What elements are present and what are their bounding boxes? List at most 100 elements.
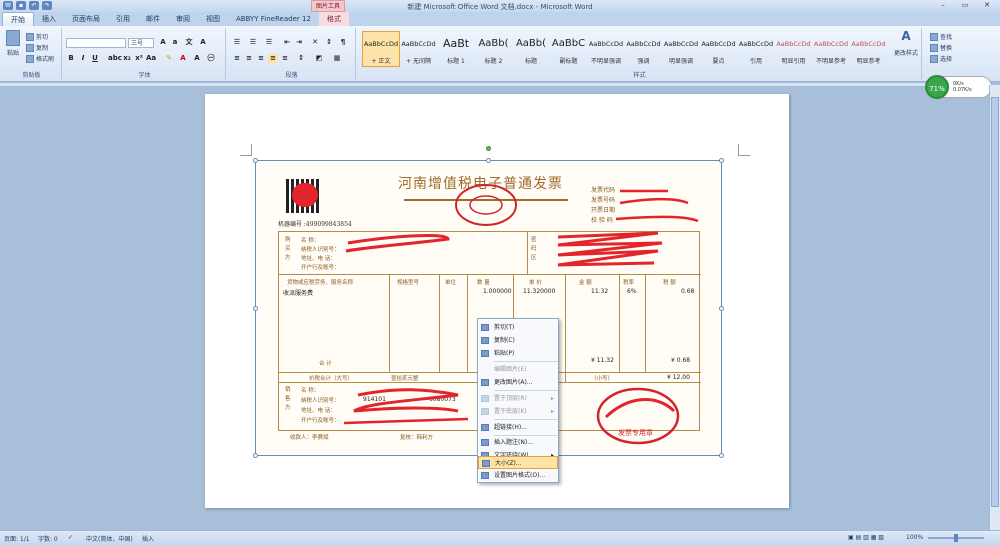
- page-indicator[interactable]: 页面: 1/1: [4, 534, 30, 543]
- zoom-level[interactable]: 100%: [906, 534, 923, 541]
- copy-button[interactable]: 复制: [26, 43, 48, 52]
- resize-handle[interactable]: [486, 158, 491, 163]
- menu-item-format-picture[interactable]: 设置图片格式(O)...: [478, 469, 558, 482]
- font-name-box[interactable]: [66, 38, 126, 48]
- style-item[interactable]: AaBbCcDd 不明显参考: [812, 31, 850, 67]
- style-item[interactable]: AaBbCcDd 引用: [737, 31, 775, 67]
- menu-item-size[interactable]: 大小(Z)...: [478, 456, 558, 469]
- style-item[interactable]: AaBb(标题 2: [475, 31, 513, 67]
- close-icon[interactable]: ✕: [976, 0, 998, 11]
- tab-insert[interactable]: 插入: [34, 12, 64, 26]
- style-item[interactable]: AaBbCcDd 要点: [700, 31, 738, 67]
- chinese-layout-icon[interactable]: ✕: [310, 38, 320, 47]
- style-item[interactable]: AaBb(标题: [512, 31, 550, 67]
- minimize-icon[interactable]: –: [932, 0, 954, 11]
- menu-item-bring-to-front[interactable]: 置于顶层(R) ▸: [478, 392, 558, 405]
- resize-handle[interactable]: [719, 453, 724, 458]
- network-speed-gadget[interactable]: 71% 0K/s 0.07K/s: [925, 75, 992, 99]
- resize-handle[interactable]: [253, 158, 258, 163]
- style-item[interactable]: AaBbCcDd + 无间隔: [400, 31, 438, 67]
- menu-item-send-to-back[interactable]: 置于底层(K) ▸: [478, 405, 558, 418]
- vertical-scrollbar[interactable]: [989, 85, 1000, 530]
- menu-item-cut[interactable]: 剪切(T): [478, 321, 558, 334]
- style-item[interactable]: AaBbCcDd 不明显强调: [587, 31, 625, 67]
- tab-format[interactable]: 格式: [318, 12, 349, 26]
- tab-review[interactable]: 审阅: [168, 12, 198, 26]
- proofing-icon[interactable]: ✓: [68, 534, 73, 541]
- view-buttons[interactable]: ▣ ▤ ▥ ▦ ▧: [848, 534, 884, 541]
- menu-label: 编辑图片(E): [494, 366, 527, 373]
- menu-item-change-picture[interactable]: 更改图片(A)...: [478, 376, 558, 389]
- sort-icon[interactable]: ↕: [324, 38, 334, 47]
- style-preview: AaBbCcDd: [663, 40, 699, 48]
- insert-mode[interactable]: 插入: [142, 534, 154, 543]
- tab-abbyy[interactable]: ABBYY FineReader 12: [228, 12, 319, 26]
- format-painter-button[interactable]: 格式刷: [26, 54, 54, 63]
- language-indicator[interactable]: 中文(简体，中国): [86, 534, 133, 543]
- line-spacing-icon[interactable]: ↕: [296, 54, 306, 63]
- scrollbar-thumb[interactable]: [991, 97, 999, 507]
- menu-item-hyperlink[interactable]: 超链接(H)...: [478, 421, 558, 434]
- char-border-icon[interactable]: A: [198, 38, 208, 47]
- bullets-icon[interactable]: ☰: [232, 38, 242, 47]
- tab-references[interactable]: 引用: [108, 12, 138, 26]
- highlight-icon[interactable]: ✎: [164, 54, 174, 63]
- align-right-icon[interactable]: ≡: [256, 54, 266, 63]
- style-item[interactable]: AaBbCcDd 明显引用: [775, 31, 813, 67]
- resize-handle[interactable]: [719, 306, 724, 311]
- show-marks-icon[interactable]: ¶: [338, 38, 348, 47]
- find-button[interactable]: 查找: [930, 32, 952, 41]
- change-case-icon[interactable]: Aa: [146, 54, 156, 63]
- align-left-icon[interactable]: ≡: [232, 54, 242, 63]
- rotate-handle[interactable]: [486, 146, 491, 151]
- distributed-icon[interactable]: ≡: [280, 54, 290, 63]
- align-center-icon[interactable]: ≡: [244, 54, 254, 63]
- decrease-indent-icon[interactable]: ⇤: [282, 38, 292, 47]
- tab-page-layout[interactable]: 页面布局: [64, 12, 108, 26]
- phonetic-icon[interactable]: 文: [184, 38, 194, 47]
- paste-button[interactable]: 粘贴: [6, 30, 20, 57]
- superscript-icon[interactable]: x²: [134, 54, 144, 63]
- menu-item-paste[interactable]: 粘贴(P): [478, 347, 558, 360]
- style-item[interactable]: AaBbC 副标题: [550, 31, 588, 67]
- underline-icon[interactable]: U: [90, 54, 100, 63]
- borders-icon[interactable]: ▦: [332, 54, 342, 63]
- shrink-font-icon[interactable]: a: [170, 38, 180, 47]
- resize-handle[interactable]: [253, 306, 258, 311]
- char-shading-icon[interactable]: A: [192, 54, 202, 63]
- bold-icon[interactable]: B: [66, 54, 76, 63]
- replace-button[interactable]: 替换: [930, 43, 952, 52]
- menu-item-edit-picture[interactable]: 编辑图片(E): [478, 363, 558, 376]
- word-count[interactable]: 字数: 0: [38, 534, 58, 543]
- menu-item-copy[interactable]: 复制(C): [478, 334, 558, 347]
- change-styles-button[interactable]: A 更改样式: [894, 30, 918, 57]
- increase-indent-icon[interactable]: ⇥: [294, 38, 304, 47]
- tab-home[interactable]: 开始: [2, 12, 34, 26]
- shading-icon[interactable]: ◩: [314, 54, 324, 63]
- font-size-box[interactable]: 三号: [128, 38, 154, 48]
- strikethrough-icon[interactable]: abc: [108, 54, 122, 63]
- subscript-icon[interactable]: x₂: [122, 54, 132, 63]
- style-item[interactable]: AaBbCcDd 明显参考: [850, 31, 888, 67]
- cut-button[interactable]: 剪切: [26, 32, 48, 41]
- numbering-icon[interactable]: ☰: [248, 38, 258, 47]
- tab-mailings[interactable]: 邮件: [138, 12, 168, 26]
- style-item[interactable]: AaBt 标题 1: [437, 31, 475, 67]
- justify-icon[interactable]: ≡: [268, 54, 278, 63]
- font-color-icon[interactable]: A: [178, 54, 188, 63]
- tab-view[interactable]: 视图: [198, 12, 228, 26]
- resize-handle[interactable]: [719, 158, 724, 163]
- grow-font-icon[interactable]: A: [158, 38, 168, 47]
- select-button[interactable]: 选择: [930, 54, 952, 63]
- resize-handle[interactable]: [253, 453, 258, 458]
- italic-icon[interactable]: I: [78, 54, 88, 63]
- style-name: 明显强调: [668, 58, 693, 65]
- style-item[interactable]: AaBbCcDd + 正文: [362, 31, 400, 67]
- menu-item-insert-caption[interactable]: 插入题注(N)...: [478, 436, 558, 449]
- maximize-icon[interactable]: ▭: [954, 0, 976, 11]
- multilevel-list-icon[interactable]: ☰: [264, 38, 274, 47]
- zoom-slider-thumb[interactable]: [954, 534, 958, 542]
- enclose-char-icon[interactable]: ㊀: [206, 54, 216, 63]
- style-item[interactable]: AaBbCcDd 明显强调: [662, 31, 700, 67]
- style-item[interactable]: AaBbCcDd 强调: [625, 31, 663, 67]
